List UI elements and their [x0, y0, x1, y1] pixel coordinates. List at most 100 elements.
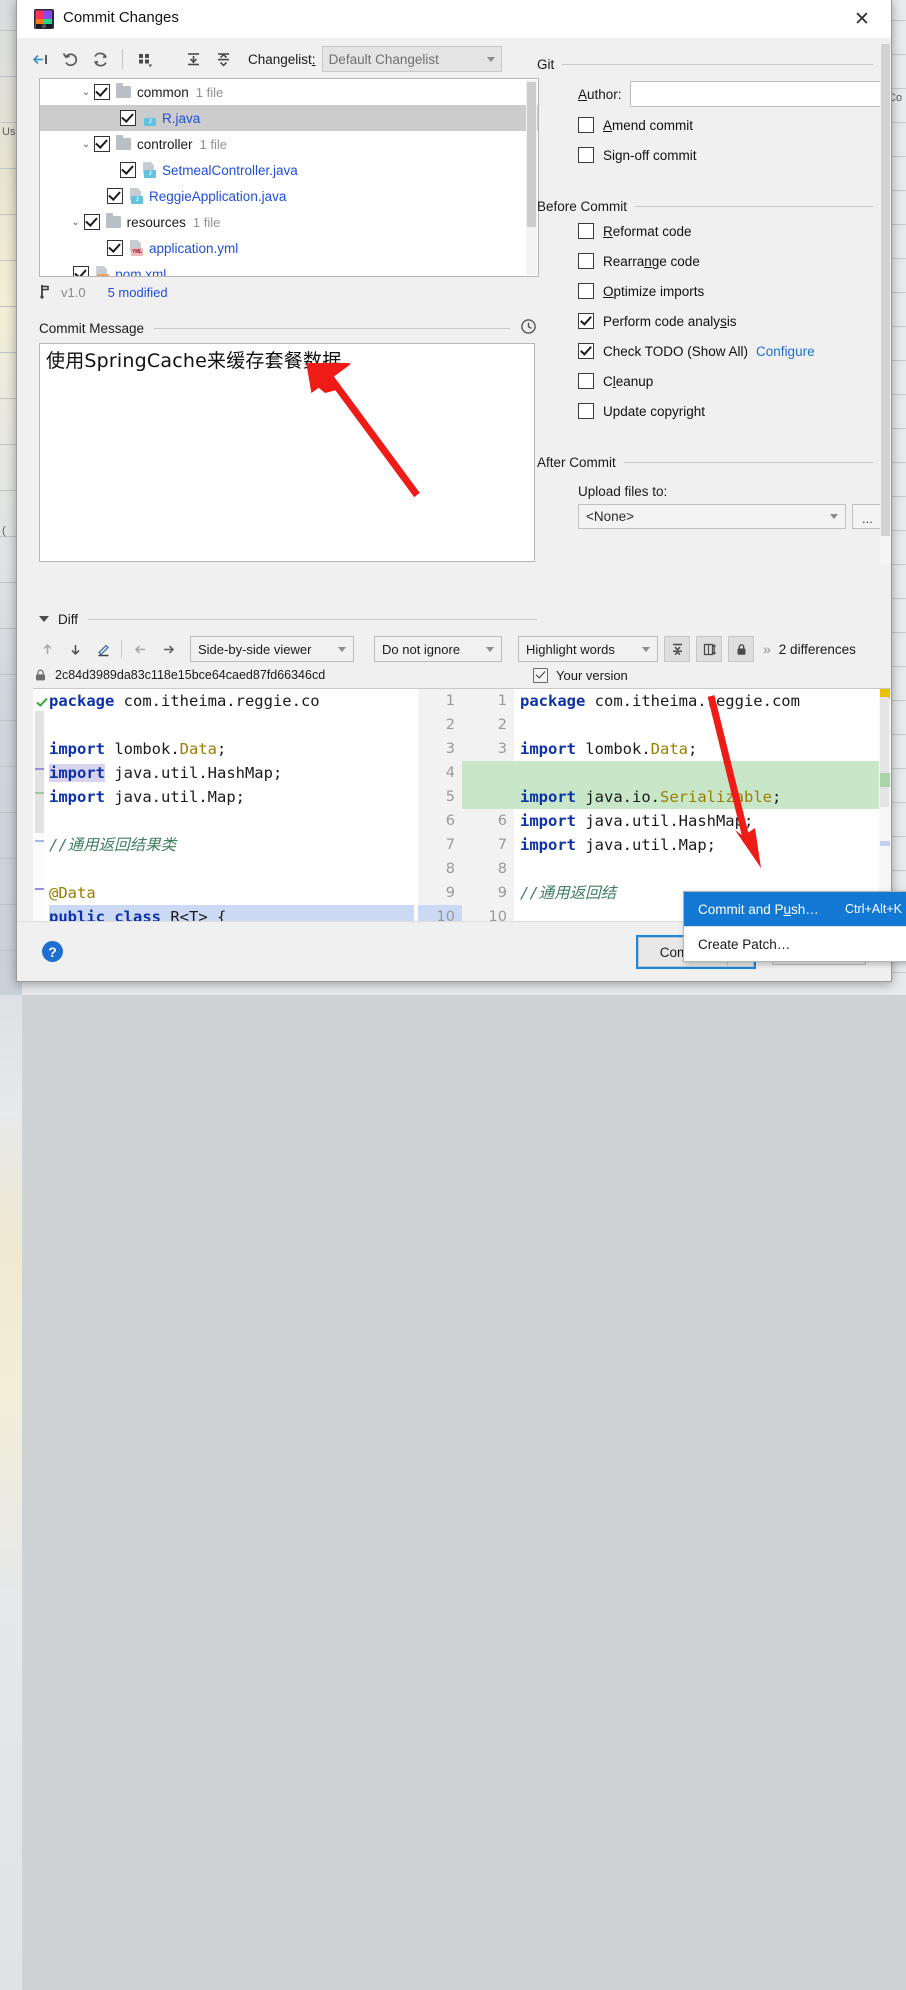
chevron-down-icon[interactable]: ⌄: [78, 87, 94, 98]
row-checkbox[interactable]: [107, 188, 123, 204]
table-row[interactable]: J R.java: [40, 105, 538, 131]
option-row[interactable]: Update copyright: [537, 396, 883, 426]
help-icon[interactable]: ?: [42, 941, 63, 962]
option-checkbox[interactable]: [578, 253, 594, 269]
option-checkbox[interactable]: [578, 223, 594, 239]
upload-target-select[interactable]: <None>: [578, 504, 846, 529]
table-row[interactable]: ⌄ resources 1 file: [40, 209, 538, 235]
file-meta: 1 file: [199, 136, 227, 152]
arrow-down-icon[interactable]: [61, 636, 89, 662]
more-options-icon[interactable]: »: [763, 641, 771, 657]
option-checkbox[interactable]: [578, 313, 594, 329]
tree-scrollbar[interactable]: [526, 80, 537, 275]
your-version-checkbox[interactable]: [533, 668, 548, 683]
option-checkbox[interactable]: [578, 343, 594, 359]
close-icon[interactable]: ✕: [841, 4, 883, 34]
arrow-up-icon[interactable]: [33, 636, 61, 662]
row-checkbox[interactable]: [120, 162, 136, 178]
option-row[interactable]: Sign-off commit: [537, 140, 883, 170]
line-number: 6: [445, 813, 455, 829]
chevron-down-icon[interactable]: ⌄: [78, 139, 94, 150]
java-file-icon: J: [142, 162, 157, 178]
row-checkbox[interactable]: [94, 84, 110, 100]
folder-icon: [116, 135, 131, 150]
modified-count[interactable]: 5 modified: [108, 285, 168, 300]
option-row[interactable]: Check TODO (Show All) Configure: [537, 336, 883, 366]
row-checkbox[interactable]: [107, 240, 123, 256]
refresh-icon[interactable]: [85, 45, 115, 73]
author-row: Author:: [537, 78, 883, 110]
table-row[interactable]: J ReggieApplication.java: [40, 183, 538, 209]
commit-message-text: 使用SpringCache来缓存套餐数据: [46, 350, 342, 372]
upload-browse-button[interactable]: ...: [851, 504, 883, 529]
branch-version: v1.0: [61, 284, 86, 300]
code-line: [520, 761, 867, 785]
option-row[interactable]: Amend commit: [537, 110, 883, 140]
tree-status-bar: v1.0 5 modified: [39, 282, 168, 302]
viewer-mode-select[interactable]: Side-by-side viewer: [190, 636, 354, 662]
options-scrollbar[interactable]: [880, 44, 891, 564]
menu-item-create-patch[interactable]: Create Patch…: [684, 927, 906, 961]
your-version-label: Your version: [556, 668, 628, 683]
option-row[interactable]: Cleanup: [537, 366, 883, 396]
ignore-mode-select[interactable]: Do not ignore: [374, 636, 502, 662]
option-row[interactable]: Rearrange code: [537, 246, 883, 276]
changed-files-tree[interactable]: ⌄ common 1 file J R.java ⌄ controller 1 file J Se…: [39, 78, 539, 277]
table-row[interactable]: ⌄ common 1 file: [40, 79, 538, 105]
java-file-icon: J: [129, 188, 144, 204]
commit-options-panel: Git Author: Amend commit Sign-off commit …: [537, 44, 883, 594]
collapse-unchanged-icon[interactable]: [664, 636, 690, 662]
arrow-right-icon[interactable]: [154, 636, 182, 662]
commit-message-input[interactable]: 使用SpringCache来缓存套餐数据: [39, 343, 535, 562]
menu-item-shortcut: Ctrl+Alt+K: [845, 902, 902, 916]
row-checkbox[interactable]: [73, 266, 90, 276]
commit-message-header: Commit Message: [39, 318, 537, 338]
clock-history-icon[interactable]: [520, 318, 537, 338]
arrow-left-icon[interactable]: [126, 636, 154, 662]
commit-context-menu[interactable]: Commit and Push… Ctrl+Alt+K Create Patch…: [683, 891, 906, 962]
chevron-down-icon[interactable]: ⌄: [68, 217, 84, 228]
divider: [154, 327, 510, 329]
expand-all-icon[interactable]: [178, 45, 208, 73]
option-checkbox[interactable]: [578, 147, 594, 163]
author-input[interactable]: [629, 81, 883, 107]
option-checkbox[interactable]: [578, 373, 594, 389]
code-line: @Data: [49, 884, 96, 902]
commit-changes-dialog: IJ Commit Changes ✕ Changelist: Default …: [16, 0, 906, 982]
table-row[interactable]: ⌄ controller 1 file: [40, 131, 538, 157]
divider: [88, 618, 537, 620]
row-checkbox[interactable]: [83, 214, 100, 230]
toolbar-separator: [121, 640, 122, 658]
diff-section-header[interactable]: Diff: [39, 608, 537, 630]
diff-label: Diff: [58, 611, 79, 627]
highlight-mode-select[interactable]: Highlight words: [518, 636, 658, 662]
option-checkbox[interactable]: [578, 117, 594, 133]
option-checkbox[interactable]: [578, 403, 594, 419]
sync-scroll-icon[interactable]: [696, 636, 722, 662]
move-to-another-changelist-icon[interactable]: [25, 45, 55, 73]
menu-item-commit-and-push[interactable]: Commit and Push… Ctrl+Alt+K: [684, 892, 906, 926]
table-row[interactable]: <> pom.xml: [40, 261, 538, 276]
table-row[interactable]: YML application.yml: [40, 235, 538, 261]
revert-icon[interactable]: [55, 45, 85, 73]
changelist-select[interactable]: Default Changelist: [321, 46, 502, 72]
option-row[interactable]: Perform code analysis: [537, 306, 883, 336]
background-ghost-text-left: Us: [2, 126, 16, 138]
collapse-all-icon[interactable]: [208, 45, 238, 73]
row-checkbox[interactable]: [94, 136, 110, 152]
option-row[interactable]: Optimize imports: [537, 276, 883, 306]
group-by-icon[interactable]: [130, 45, 160, 73]
check-icon: [35, 695, 49, 712]
option-checkbox[interactable]: [578, 283, 594, 299]
configure-link[interactable]: Configure: [756, 344, 815, 359]
option-row[interactable]: Reformat code: [537, 216, 883, 246]
menu-item-label: Commit and Push…: [698, 901, 819, 917]
changelist-value: Default Changelist: [328, 51, 439, 67]
option-label: Optimize imports: [603, 283, 705, 299]
table-row[interactable]: J SetmealController.java: [40, 157, 538, 183]
your-version-header[interactable]: Your version: [533, 668, 628, 683]
lock-icon[interactable]: [728, 636, 754, 662]
row-checkbox[interactable]: [120, 110, 136, 126]
pencil-icon[interactable]: [89, 636, 117, 662]
